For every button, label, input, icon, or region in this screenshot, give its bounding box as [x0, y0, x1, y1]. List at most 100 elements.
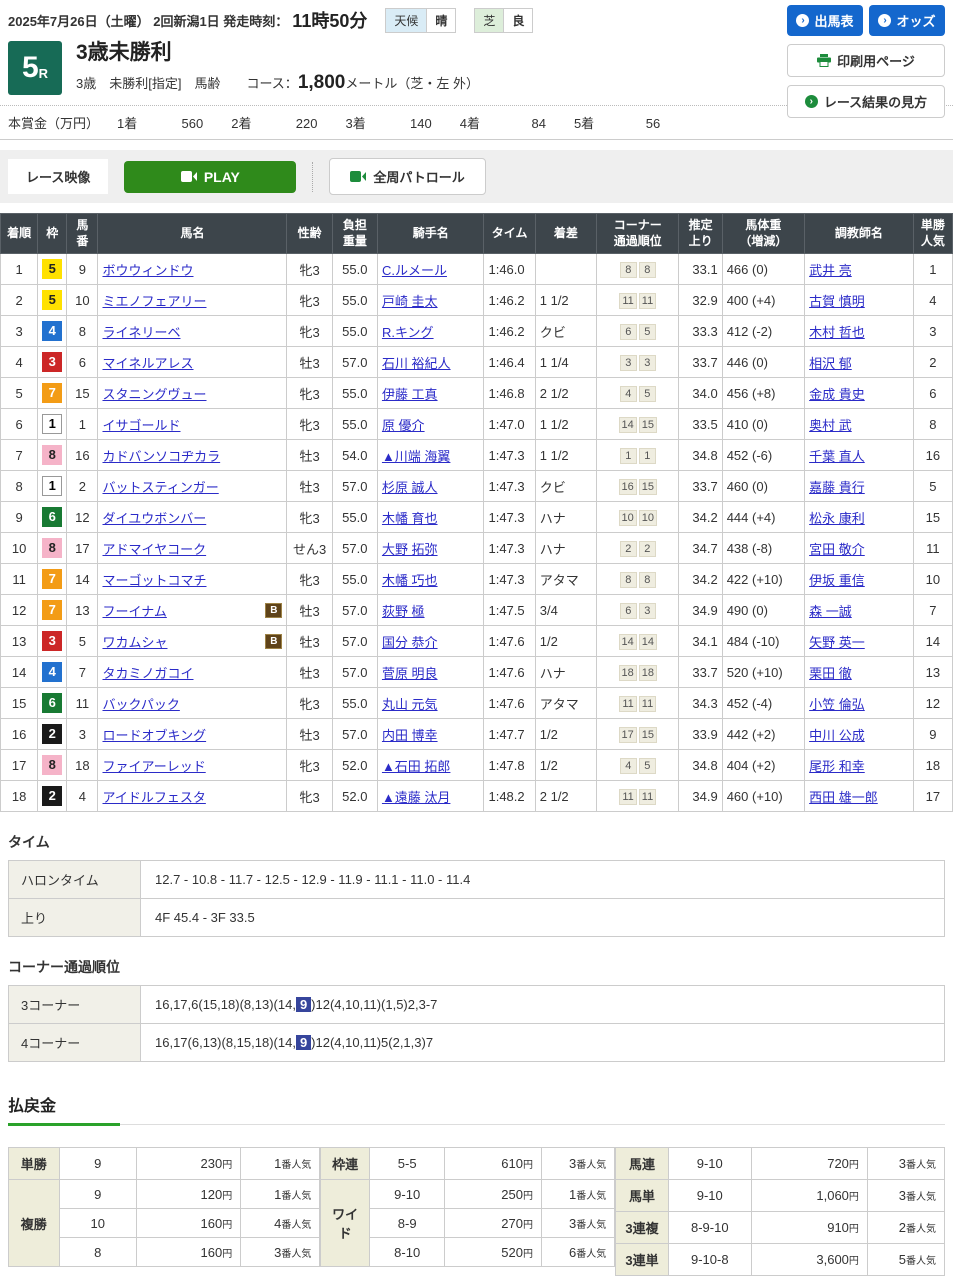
horse-link[interactable]: ライネリーベ: [102, 322, 180, 341]
shutsuba-label: 出馬表: [814, 14, 854, 29]
horse-link[interactable]: ワカムシャ: [102, 632, 167, 651]
horse-number: 1: [66, 408, 99, 441]
odds-button[interactable]: › オッズ: [869, 5, 945, 36]
corner-positions: 10 10: [596, 501, 680, 534]
frame-badge: 7: [42, 569, 63, 590]
play-button[interactable]: PLAY: [124, 160, 297, 193]
trainer-link[interactable]: 栗田 徹: [809, 666, 852, 681]
carried-weight: 55.0: [331, 563, 378, 596]
trainer-link[interactable]: 古賀 慎明: [809, 294, 865, 309]
payout-combination: 8: [58, 1237, 137, 1268]
column-header: 着差: [534, 212, 598, 255]
horse-link[interactable]: イサゴールド: [102, 415, 180, 434]
trainer-link[interactable]: 西田 雄一郎: [809, 790, 878, 805]
corner-positions: 16 15: [596, 470, 680, 503]
trainer-link[interactable]: 松永 康利: [809, 511, 865, 526]
trainer-link[interactable]: 嘉藤 貴行: [809, 480, 865, 495]
horse-link[interactable]: スタニングヴュー: [102, 384, 206, 403]
column-header: 馬 番: [66, 212, 99, 255]
jockey-link[interactable]: 石川 裕紀人: [382, 356, 451, 371]
body-weight: 460 (+10): [721, 780, 806, 813]
corner-position: 5: [638, 757, 656, 774]
corner-position: 14: [618, 416, 637, 433]
corner-positions: 17 15: [596, 718, 680, 751]
trainer-link[interactable]: 小笠 倫弘: [809, 697, 865, 712]
trainer-link[interactable]: 千葉 直人: [809, 449, 865, 464]
horse-number: 13: [66, 594, 99, 627]
jockey-link[interactable]: ▲石田 拓郎: [382, 759, 450, 774]
win-popularity: 18: [912, 749, 953, 782]
trainer-link[interactable]: 金成 貴史: [809, 387, 865, 402]
payout-amount: 1,060円: [750, 1179, 868, 1213]
sex-age: 牝3: [286, 408, 333, 441]
horse-link[interactable]: マーゴットコマチ: [102, 570, 206, 589]
jockey-link[interactable]: ▲川端 海翼: [382, 449, 450, 464]
time-section-title: タイム: [8, 834, 50, 851]
jockey-link[interactable]: 丸山 元気: [382, 697, 438, 712]
horse-number: 18: [66, 749, 99, 782]
carried-weight: 55.0: [331, 408, 378, 441]
margin: 1 1/2: [534, 408, 598, 441]
frame-badge: 4: [42, 321, 63, 342]
body-weight: 438 (-8): [721, 532, 806, 565]
carried-weight: 57.0: [331, 625, 378, 658]
horse-link[interactable]: アイドルフェスタ: [102, 787, 205, 806]
frame-badge: 6: [42, 693, 63, 714]
finish-position: 18: [0, 780, 39, 813]
trainer-link[interactable]: 奥村 武: [809, 418, 852, 433]
horse-link[interactable]: フーイナム: [102, 601, 166, 620]
trainer-link[interactable]: 相沢 郁: [809, 356, 852, 371]
trainer-cell: 金成 貴史: [804, 377, 914, 410]
last-3f: 34.8: [678, 749, 723, 782]
jockey-link[interactable]: 国分 恭介: [382, 635, 438, 650]
horse-cell: バットスティンガー: [97, 470, 288, 503]
horse-link[interactable]: ダイユウボンバー: [102, 508, 206, 527]
print-page-button[interactable]: 印刷用ページ: [787, 44, 945, 77]
trainer-link[interactable]: 矢野 英一: [809, 635, 865, 650]
horse-link[interactable]: ファイアーレッド: [102, 756, 205, 775]
shutsuba-button[interactable]: › 出馬表: [787, 5, 863, 36]
jockey-link[interactable]: 伊藤 工真: [382, 387, 438, 402]
jockey-link[interactable]: 原 優介: [382, 418, 425, 433]
horse-link[interactable]: ミエノフェアリー: [102, 291, 206, 310]
jockey-link[interactable]: 木幡 巧也: [382, 573, 438, 588]
jockey-link[interactable]: 戸崎 圭太: [382, 294, 438, 309]
trainer-link[interactable]: 伊坂 重信: [809, 573, 865, 588]
horse-link[interactable]: マイネルアレス: [102, 353, 193, 372]
trainer-link[interactable]: 武井 亮: [809, 263, 852, 278]
jockey-link[interactable]: 大野 拓弥: [382, 542, 438, 557]
horse-link[interactable]: アドマイヤコーク: [102, 539, 206, 558]
trainer-link[interactable]: 宮田 敬介: [809, 542, 865, 557]
patrol-video-button[interactable]: 全周パトロール: [329, 158, 486, 195]
jockey-link[interactable]: 内田 博幸: [382, 728, 438, 743]
horse-link[interactable]: タカミノガコイ: [102, 663, 193, 682]
jockey-link[interactable]: 木幡 育也: [382, 511, 438, 526]
win-popularity: 4: [912, 284, 953, 317]
horse-link[interactable]: ロードオブキング: [102, 725, 206, 744]
win-popularity: 2: [912, 346, 953, 379]
trainer-link[interactable]: 中川 公成: [809, 728, 865, 743]
corner-position: 11: [619, 292, 637, 309]
trainer-link[interactable]: 森 一誠: [809, 604, 852, 619]
prize-place: 2着: [231, 116, 252, 131]
trainer-link[interactable]: 木村 哲也: [809, 325, 865, 340]
prize-amount: 84: [531, 116, 546, 131]
horse-link[interactable]: ボウウィンドウ: [102, 260, 193, 279]
trainer-cell: 矢野 英一: [804, 625, 914, 658]
jockey-link[interactable]: R.キング: [382, 325, 434, 340]
prize-place: 4着: [459, 116, 480, 131]
jockey-link[interactable]: C.ルメール: [382, 263, 447, 278]
result-row: 13 3 5 ワカムシャ B 牡3 57.0 国分 恭介 1:47.6 1/2 14 14 34.1 48…: [0, 625, 953, 658]
result-guide-button[interactable]: › レース結果の見方: [787, 85, 945, 118]
trainer-link[interactable]: 尾形 和幸: [809, 759, 865, 774]
jockey-link[interactable]: ▲遠藤 汰月: [382, 790, 450, 805]
jockey-cell: 木幡 育也: [376, 501, 485, 534]
jockey-link[interactable]: 荻野 極: [382, 604, 425, 619]
horse-link[interactable]: バックパック: [102, 694, 179, 713]
horse-link[interactable]: バットスティンガー: [102, 477, 218, 496]
jockey-link[interactable]: 菅原 明良: [382, 666, 438, 681]
jockey-cell: 丸山 元気: [376, 687, 485, 720]
jockey-link[interactable]: 杉原 誠人: [382, 480, 438, 495]
patrol-video-label: 全周パトロール: [373, 170, 465, 185]
horse-link[interactable]: カドバンソコヂカラ: [102, 446, 220, 465]
